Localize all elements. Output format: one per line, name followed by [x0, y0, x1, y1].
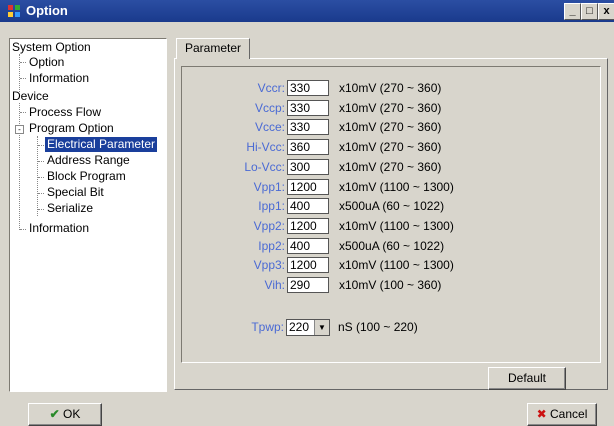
param-label: Vpp1: — [253, 179, 285, 194]
param-label: Vpp3: — [253, 258, 285, 273]
tab-parameter[interactable]: Parameter — [176, 38, 250, 59]
param-row: Ipp1: x500uA (60 ~ 1022) — [182, 197, 600, 215]
tree-item-serialize[interactable]: Serialize — [47, 201, 93, 216]
param-unit-tpwp: nS (100 ~ 220) — [338, 320, 418, 334]
param-row: Vccp: x10mV (270 ~ 360) — [182, 99, 600, 117]
check-icon: ✔ — [49, 407, 60, 421]
maximize-button[interactable]: □ — [581, 3, 598, 20]
param-input[interactable] — [287, 139, 329, 156]
collapse-icon[interactable]: - — [15, 125, 24, 134]
param-unit: x10mV (270 ~ 360) — [339, 81, 442, 95]
tree-connector — [38, 193, 44, 194]
tree-item-special-bit[interactable]: Special Bit — [47, 185, 104, 200]
cancel-button[interactable]: ✖ Cancel — [527, 403, 597, 426]
param-input[interactable] — [287, 99, 329, 116]
param-label: Vih: — [264, 278, 285, 292]
param-unit: x10mV (100 ~ 360) — [339, 278, 442, 292]
param-row: Vccr: x10mV (270 ~ 360) — [182, 79, 600, 97]
tree-item-process-flow[interactable]: Process Flow — [29, 105, 101, 120]
param-input[interactable] — [287, 237, 329, 254]
tpwp-select[interactable]: 220 ▼ — [286, 319, 330, 336]
tree-connector — [20, 62, 26, 63]
param-input[interactable] — [287, 217, 329, 234]
tree-item-information-2[interactable]: Information — [29, 221, 89, 236]
param-row: Hi-Vcc: x10mV (270 ~ 360) — [182, 138, 600, 156]
param-unit: x10mV (270 ~ 360) — [339, 140, 442, 155]
tree-item-electrical-parameter[interactable]: Electrical Parameter — [45, 137, 158, 152]
tree-connector — [38, 177, 44, 178]
tree-item-device[interactable]: Device — [12, 89, 49, 104]
param-input[interactable] — [287, 198, 329, 215]
tree-item-address-range[interactable]: Address Range — [47, 153, 130, 168]
param-label: Hi-Vcc: — [246, 140, 285, 155]
param-label: Vcce: — [254, 120, 285, 135]
tree-item-program-option[interactable]: Program Option — [29, 121, 114, 136]
param-input[interactable] — [287, 119, 329, 136]
ok-button[interactable]: ✔ OK — [28, 403, 102, 426]
tree-connector — [38, 145, 44, 146]
param-label: Vccp: — [254, 100, 285, 115]
chevron-down-icon[interactable]: ▼ — [314, 320, 329, 335]
param-label: Vpp2: — [253, 218, 285, 233]
tree-connector — [38, 161, 44, 162]
param-input[interactable] — [287, 257, 329, 274]
param-unit: x10mV (1100 ~ 1300) — [339, 258, 454, 273]
window-title: Option — [26, 3, 68, 18]
option-tree[interactable]: System Option Option Information Device … — [9, 38, 167, 392]
tree-connector — [38, 209, 44, 210]
tree-connector — [19, 103, 20, 230]
param-row-tpwp: Tpwp: 220 ▼ nS (100 ~ 220) — [181, 318, 599, 336]
ok-label: OK — [63, 407, 81, 421]
param-label-tpwp: Tpwp: — [251, 320, 284, 334]
app-icon — [8, 5, 20, 17]
param-unit: x10mV (270 ~ 360) — [339, 159, 442, 174]
param-unit: x500uA (60 ~ 1022) — [339, 238, 445, 253]
cancel-icon: ✖ — [536, 407, 547, 421]
tree-item-system-option[interactable]: System Option — [12, 40, 91, 55]
param-label: Vccr: — [257, 81, 285, 95]
param-row: Vih: x10mV (100 ~ 360) — [182, 276, 600, 294]
default-button[interactable]: Default — [488, 367, 566, 390]
param-unit: x10mV (270 ~ 360) — [339, 120, 442, 135]
close-button[interactable]: x — [598, 3, 614, 20]
tpwp-value: 220 — [289, 320, 310, 334]
param-label: Ipp1: — [258, 199, 285, 214]
tree-connector — [20, 112, 26, 113]
param-input[interactable] — [287, 158, 329, 175]
tree-connector — [19, 54, 20, 92]
param-unit: x10mV (270 ~ 360) — [339, 100, 442, 115]
param-label: Lo-Vcc: — [244, 159, 285, 174]
param-input[interactable] — [287, 80, 329, 96]
param-row: Vpp1: x10mV (1100 ~ 1300) — [182, 178, 600, 196]
param-unit: x500uA (60 ~ 1022) — [339, 199, 445, 214]
cancel-label: Cancel — [550, 407, 588, 421]
param-unit: x10mV (1100 ~ 1300) — [339, 179, 454, 194]
minimize-button[interactable]: _ — [564, 3, 581, 20]
param-unit: x10mV (1100 ~ 1300) — [339, 218, 454, 233]
tree-connector — [20, 229, 26, 230]
param-row: Vpp2: x10mV (1100 ~ 1300) — [182, 217, 600, 235]
tree-item-information[interactable]: Information — [29, 71, 89, 86]
param-input[interactable] — [287, 277, 329, 293]
tree-item-block-program[interactable]: Block Program — [47, 169, 126, 184]
param-row: Lo-Vcc: x10mV (270 ~ 360) — [182, 158, 600, 176]
tree-connector — [20, 78, 26, 79]
param-row: Ipp2: x500uA (60 ~ 1022) — [182, 237, 600, 255]
param-row: Vcce: x10mV (270 ~ 360) — [182, 118, 600, 136]
title-bar: Option _ □ x — [0, 0, 614, 22]
tree-item-option[interactable]: Option — [29, 55, 64, 70]
param-label: Ipp2: — [258, 238, 285, 253]
param-row: Vpp3: x10mV (1100 ~ 1300) — [182, 256, 600, 274]
param-input[interactable] — [287, 178, 329, 195]
tree-connector — [37, 136, 38, 216]
